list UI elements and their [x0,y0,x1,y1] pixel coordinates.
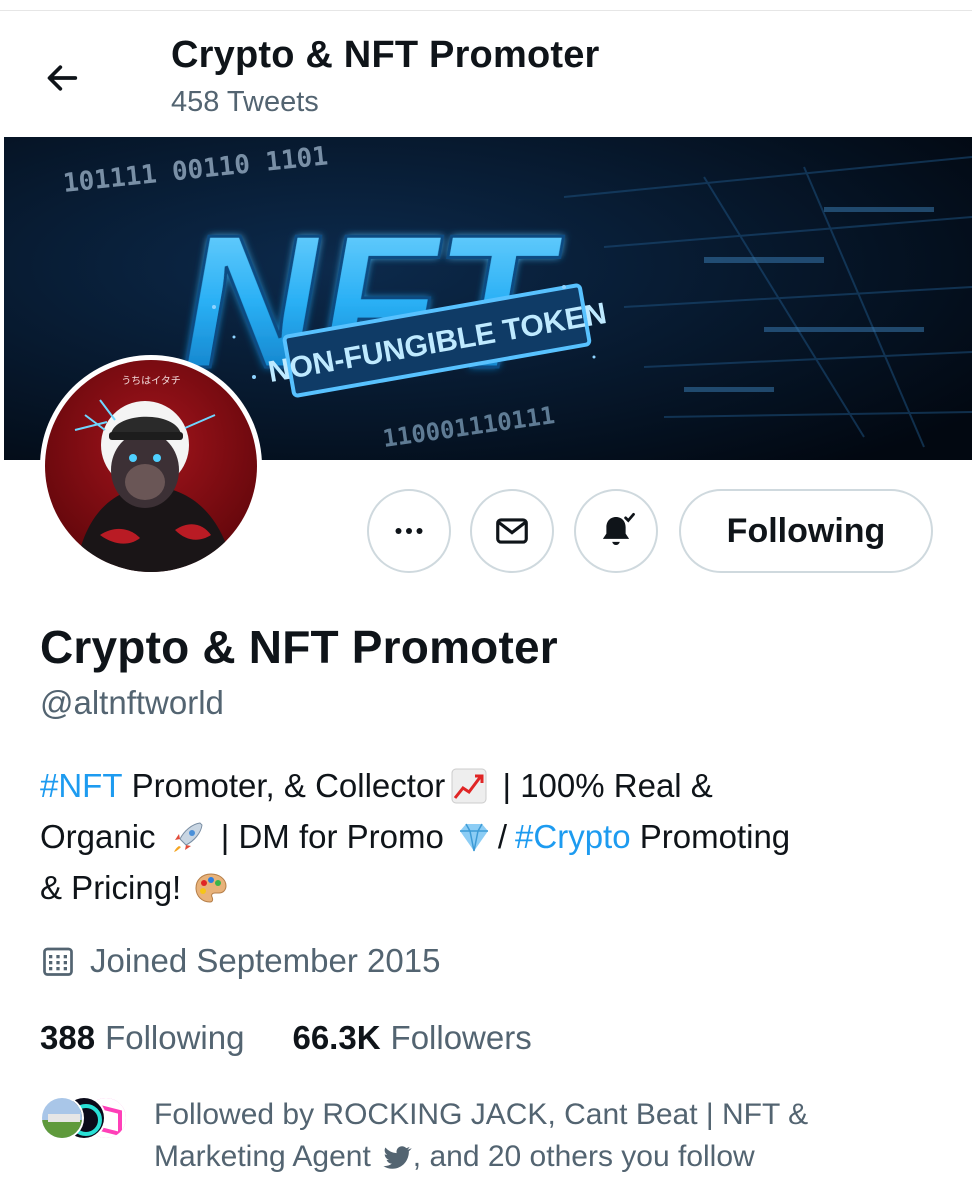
bio-text: & Pricing! [40,869,182,906]
followers-link[interactable]: 66.3K Followers [292,1019,531,1057]
bio-text: Organic [40,818,156,855]
bio-line-1: #NFT Promoter, & Collector | 100% Real & [40,760,940,811]
bio-text: Promoting [630,818,791,855]
following-link[interactable]: 388 Following [40,1019,244,1057]
hashtag-crypto[interactable]: #Crypto [515,811,631,862]
envelope-icon [496,518,528,544]
followed-by[interactable]: Followed by ROCKING JACK, Cant Beat | NF… [40,1094,940,1178]
followers-label: Followers [390,1019,532,1056]
back-arrow-icon [47,65,78,91]
bio-text: Promoter, & Collector [122,767,446,804]
avatar [40,1096,84,1140]
palette-emoji-icon [195,872,227,903]
bio-line-3: & Pricing! [40,862,940,913]
bio-text: | 100% Real & [493,767,713,804]
back-button[interactable] [36,52,88,104]
following-label: Following [105,1019,245,1056]
profile-handle: @altnftworld [40,684,224,721]
profile-display-name: Crypto & NFT Promoter [40,621,558,673]
profile-avatar[interactable]: うちはイタチ [40,355,262,577]
followed-by-text: Followed by ROCKING JACK, Cant Beat | NF… [154,1094,914,1178]
followed-by-name: Marketing Agent [154,1140,371,1173]
more-icon [395,528,423,534]
tweet-count: 458 Tweets [171,86,319,118]
joined-text: Joined September 2015 [90,942,441,979]
joined-date: Joined September 2015 [40,942,440,980]
rocket-emoji-icon [173,821,203,852]
follow-stats: 388 Following 66.3K Followers [40,1019,532,1057]
header-title: Crypto & NFT Promoter [171,34,600,76]
gem-emoji-icon [459,823,488,851]
followed-by-avatars [40,1096,128,1140]
calendar-icon [43,947,73,976]
bio-text: | DM for Promo [211,818,444,855]
profile-header: Crypto & NFT Promoter 458 Tweets [0,22,972,134]
followed-by-line: Marketing Agent , and 20 others you foll… [154,1136,914,1178]
followed-by-line: Followed by ROCKING JACK, Cant Beat | NF… [154,1098,809,1131]
avatar-tag: うちはイタチ [121,375,181,387]
notifications-button[interactable] [574,489,658,573]
top-divider [0,10,972,11]
following-button[interactable]: Following [679,489,933,573]
bell-check-icon [602,512,635,545]
followers-count: 66.3K [292,1019,381,1056]
chart-emoji-icon [451,768,487,803]
bio-line-2: Organic | DM for Promo / #Crypto Promoti… [40,811,940,862]
hashtag-nft[interactable]: #NFT [40,760,123,811]
followed-by-rest: , and 20 others you follow [412,1140,755,1173]
message-button[interactable] [470,489,554,573]
profile-bio: #NFT Promoter, & Collector | 100% Real &… [40,760,940,913]
avatar-image: うちはイタチ [45,360,257,572]
bio-text: / [497,818,508,855]
following-count: 388 [40,1019,96,1056]
more-button[interactable] [367,489,451,573]
bird-icon [383,1146,412,1169]
